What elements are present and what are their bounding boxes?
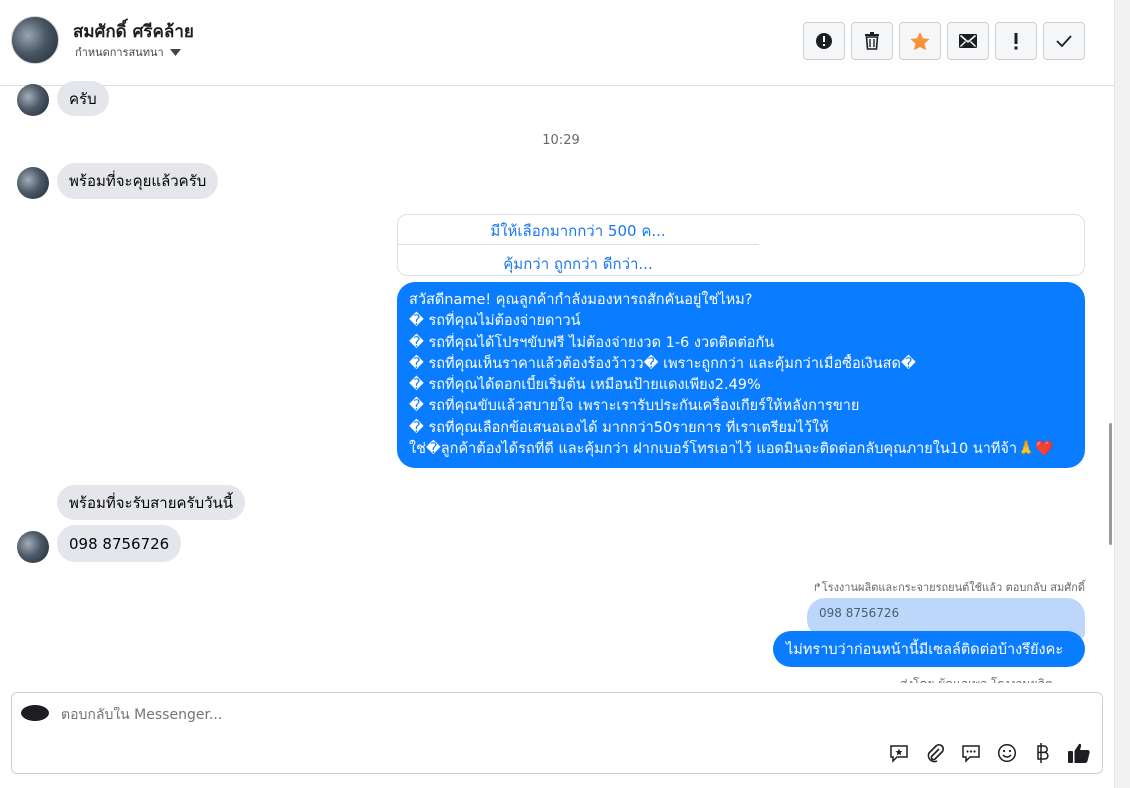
reply-input[interactable] [61, 707, 661, 723]
star-icon [910, 31, 930, 50]
paperclip-icon [927, 743, 945, 763]
outgoing-message: ไม่ทราบว่าก่อนหน้านี้มีเซลล์ติดต่อบ้างรึ… [773, 631, 1085, 667]
caret-down-icon [169, 48, 181, 56]
star-button[interactable] [899, 22, 941, 60]
message-composer [11, 692, 1103, 774]
envelope-icon [959, 34, 977, 48]
mark-unread-button[interactable] [947, 22, 989, 60]
quick-reply-option[interactable]: คุ้มกว่า ถูกกว่า ดีกว่า... [398, 252, 758, 276]
scrollbar-track[interactable] [1114, 0, 1130, 788]
alert-circle-icon [816, 33, 832, 49]
emoji-button[interactable] [995, 741, 1019, 765]
incoming-message: พร้อมที่จะคุยแล้วครับ [57, 163, 219, 199]
sender-avatar [17, 167, 49, 199]
incoming-message: ครับ [57, 81, 109, 116]
reply-context-label: ↱โรงงานผลิตและกระจายรถยนต์ใช้แล้ว ตอบกลั… [812, 581, 1085, 594]
quick-replies-card: มีให้เลือกมากกว่า 500 ค... คุ้มกว่า ถูกก… [397, 214, 1085, 276]
quick-reply-option[interactable]: มีให้เลือกมากกว่า 500 ค... [398, 219, 758, 243]
attach-button[interactable] [923, 741, 947, 765]
conversation-header: สมศักดิ์ ศรีคล้าย กำหนดการสนทนา [0, 0, 1114, 86]
delete-button[interactable] [851, 22, 893, 60]
message-line: ใช่�ลูกค้าต้องได้รถที่ดี และคุ้มกว่า ฝาก… [409, 441, 1054, 458]
message-timestamp: 10:29 [542, 133, 580, 148]
page-logo [21, 705, 49, 721]
mark-spam-button[interactable] [803, 22, 845, 60]
message-line: � รถที่คุณขับแล้วสบายใจ เพราะเรารับประกั… [409, 398, 860, 415]
sender-avatar [17, 531, 49, 563]
composer-toolbar [887, 741, 1091, 765]
emoji-icon [997, 743, 1017, 763]
sender-avatar [17, 84, 49, 116]
assign-label: กำหนดการสนทนา [75, 46, 164, 59]
mark-done-button[interactable] [1043, 22, 1085, 60]
check-icon [1056, 35, 1072, 47]
divider [398, 244, 759, 245]
saved-reply-icon [962, 745, 980, 763]
follow-up-button[interactable] [995, 22, 1037, 60]
contact-name[interactable]: สมศักดิ์ ศรีคล้าย [73, 18, 194, 45]
thumbs-up-icon [1068, 743, 1090, 763]
scrollbar-thumb[interactable] [1109, 423, 1112, 545]
assign-conversation-dropdown[interactable]: กำหนดการสนทนา [75, 43, 181, 61]
trash-icon [865, 32, 879, 50]
contact-avatar[interactable] [11, 16, 59, 64]
incoming-message: 098 8756726 [57, 525, 182, 562]
saved-reply-button[interactable] [959, 741, 983, 765]
incoming-message: พร้อมที่จะรับสายครับวันนี้ [57, 485, 246, 520]
message-line: � รถที่คุณเห็นราคาแล้วต้องร้องว้าวว� เพร… [409, 355, 916, 372]
message-line: � รถที่คุณเลือกข้อเสนอเองได้ มากกว่า50รา… [409, 419, 829, 436]
exclamation-icon [1014, 32, 1018, 49]
message-line: � รถที่คุณได้ดอกเบี้ยเริ่มต้น เหมือนป้าย… [409, 377, 761, 394]
message-line: � รถที่คุณได้โปรฯขับฟรี ไม่ต้องจ่ายงวด 1… [409, 334, 775, 351]
outgoing-message: สวัสดีname! คุณลูกค้ากำลังมองหารถสักคันอ… [397, 282, 1085, 468]
baht-icon [1037, 743, 1049, 763]
sent-by-label: ส่งโดย ผู้ดูแลเพจ โรงงานผลิต [900, 675, 1090, 683]
payment-button[interactable] [1031, 741, 1055, 765]
sticker-button[interactable] [887, 741, 911, 765]
like-button[interactable] [1067, 741, 1091, 765]
sticker-icon [890, 745, 908, 763]
header-toolbar [803, 22, 1085, 60]
message-line: สวัสดีname! คุณลูกค้ากำลังมองหารถสักคันอ… [409, 292, 753, 308]
message-line: � รถที่คุณไม่ต้องจ่ายดาวน์ [409, 313, 581, 330]
